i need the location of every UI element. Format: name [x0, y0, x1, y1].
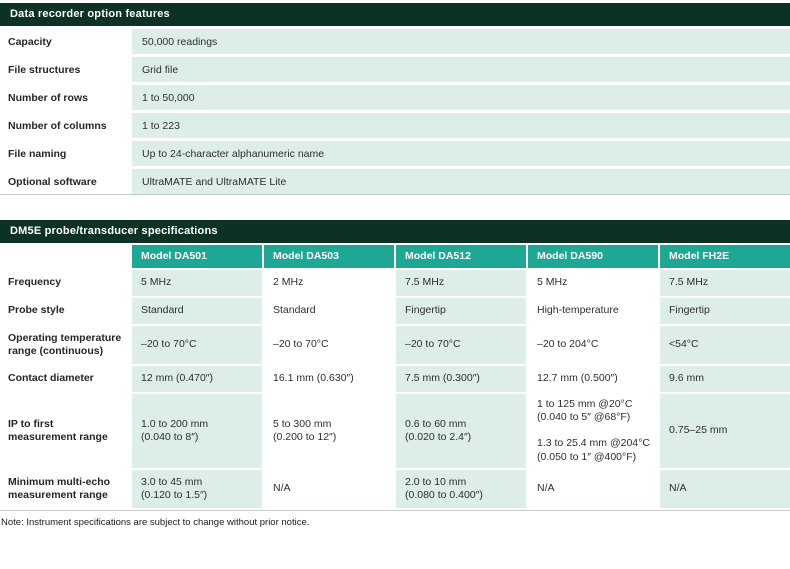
spec-cell: Standard — [132, 298, 262, 324]
row-label: Operating temperature range (continuous) — [0, 326, 130, 364]
table-row: Optional software UltraMATE and UltraMAT… — [0, 169, 790, 194]
spec-cell: 3.0 to 45 mm (0.120 to 1.5″) — [132, 470, 262, 508]
data-recorder-table: Data recorder option features Capacity 5… — [0, 3, 790, 195]
probe-spec-grid: Model DA501 Model DA503 Model DA512 Mode… — [0, 245, 790, 511]
spec-cell: 7.5 MHz — [660, 270, 790, 296]
spec-cell: N/A — [660, 470, 790, 508]
spec-cell: –20 to 70°C — [264, 326, 394, 364]
spec-cell: 0.75–25 mm — [660, 394, 790, 468]
column-header-spacer — [0, 245, 130, 268]
column-header-da512: Model DA512 — [396, 245, 526, 268]
row-label: Capacity — [0, 29, 128, 54]
column-header-da503: Model DA503 — [264, 245, 394, 268]
spec-cell: <54°C — [660, 326, 790, 364]
row-value: 1 to 50,000 — [132, 85, 790, 110]
row-label: Optional software — [0, 169, 128, 194]
spec-cell: 1 to 125 mm @20°C (0.040 to 5″ @68°F) 1.… — [528, 394, 658, 468]
spec-cell: –20 to 70°C — [132, 326, 262, 364]
footnote: Note: Instrument specifications are subj… — [0, 517, 790, 528]
spec-cell: –20 to 70°C — [396, 326, 526, 364]
spec-cell: 5 to 300 mm (0.200 to 12″) — [264, 394, 394, 468]
table-row: Number of rows 1 to 50,000 — [0, 85, 790, 110]
spec-cell: –20 to 204°C — [528, 326, 658, 364]
row-label: IP to first measurement range — [0, 394, 130, 468]
spec-cell: 1.0 to 200 mm (0.040 to 8″) — [132, 394, 262, 468]
row-value: 50,000 readings — [132, 29, 790, 54]
row-label: Contact diameter — [0, 366, 130, 392]
table-row: Number of columns 1 to 223 — [0, 113, 790, 138]
row-label: Frequency — [0, 270, 130, 296]
row-value: Grid file — [132, 57, 790, 82]
spec-cell: 5 MHz — [132, 270, 262, 296]
column-header-da501: Model DA501 — [132, 245, 262, 268]
spec-cell: 12 mm (0.470″) — [132, 366, 262, 392]
spec-cell: 7.5 mm (0.300″) — [396, 366, 526, 392]
row-value: 1 to 223 — [132, 113, 790, 138]
spec-cell: 5 MHz — [528, 270, 658, 296]
spec-cell: Fingertip — [396, 298, 526, 324]
spec-cell: N/A — [264, 470, 394, 508]
spec-cell: N/A — [528, 470, 658, 508]
spec-cell: Standard — [264, 298, 394, 324]
column-header-da590: Model DA590 — [528, 245, 658, 268]
spec-cell: 2 MHz — [264, 270, 394, 296]
table-row: Capacity 50,000 readings — [0, 29, 790, 54]
row-label: File structures — [0, 57, 128, 82]
datasheet-page: Data recorder option features Capacity 5… — [0, 0, 790, 528]
column-header-fh2e: Model FH2E — [660, 245, 790, 268]
spec-cell: 2.0 to 10 mm (0.080 to 0.400″) — [396, 470, 526, 508]
data-recorder-table-title: Data recorder option features — [0, 3, 790, 26]
spec-cell: 7.5 MHz — [396, 270, 526, 296]
row-label: Number of columns — [0, 113, 128, 138]
row-label: File naming — [0, 141, 128, 166]
spec-cell: 0.6 to 60 mm (0.020 to 2.4″) — [396, 394, 526, 468]
row-value: UltraMATE and UltraMATE Lite — [132, 169, 790, 194]
spec-cell: 16.1 mm (0.630″) — [264, 366, 394, 392]
probe-spec-table-title: DM5E probe/transducer specifications — [0, 220, 790, 243]
probe-spec-table: DM5E probe/transducer specifications Mod… — [0, 220, 790, 511]
spec-cell: 12.7 mm (0.500″) — [528, 366, 658, 392]
row-label: Minimum multi-echo measurement range — [0, 470, 130, 508]
table-row: File structures Grid file — [0, 57, 790, 82]
table-row: File naming Up to 24-character alphanume… — [0, 141, 790, 166]
spec-cell: Fingertip — [660, 298, 790, 324]
row-label: Probe style — [0, 298, 130, 324]
row-label: Number of rows — [0, 85, 128, 110]
row-value: Up to 24-character alphanumeric name — [132, 141, 790, 166]
spec-cell: 9.6 mm — [660, 366, 790, 392]
spec-cell: High-temperature — [528, 298, 658, 324]
